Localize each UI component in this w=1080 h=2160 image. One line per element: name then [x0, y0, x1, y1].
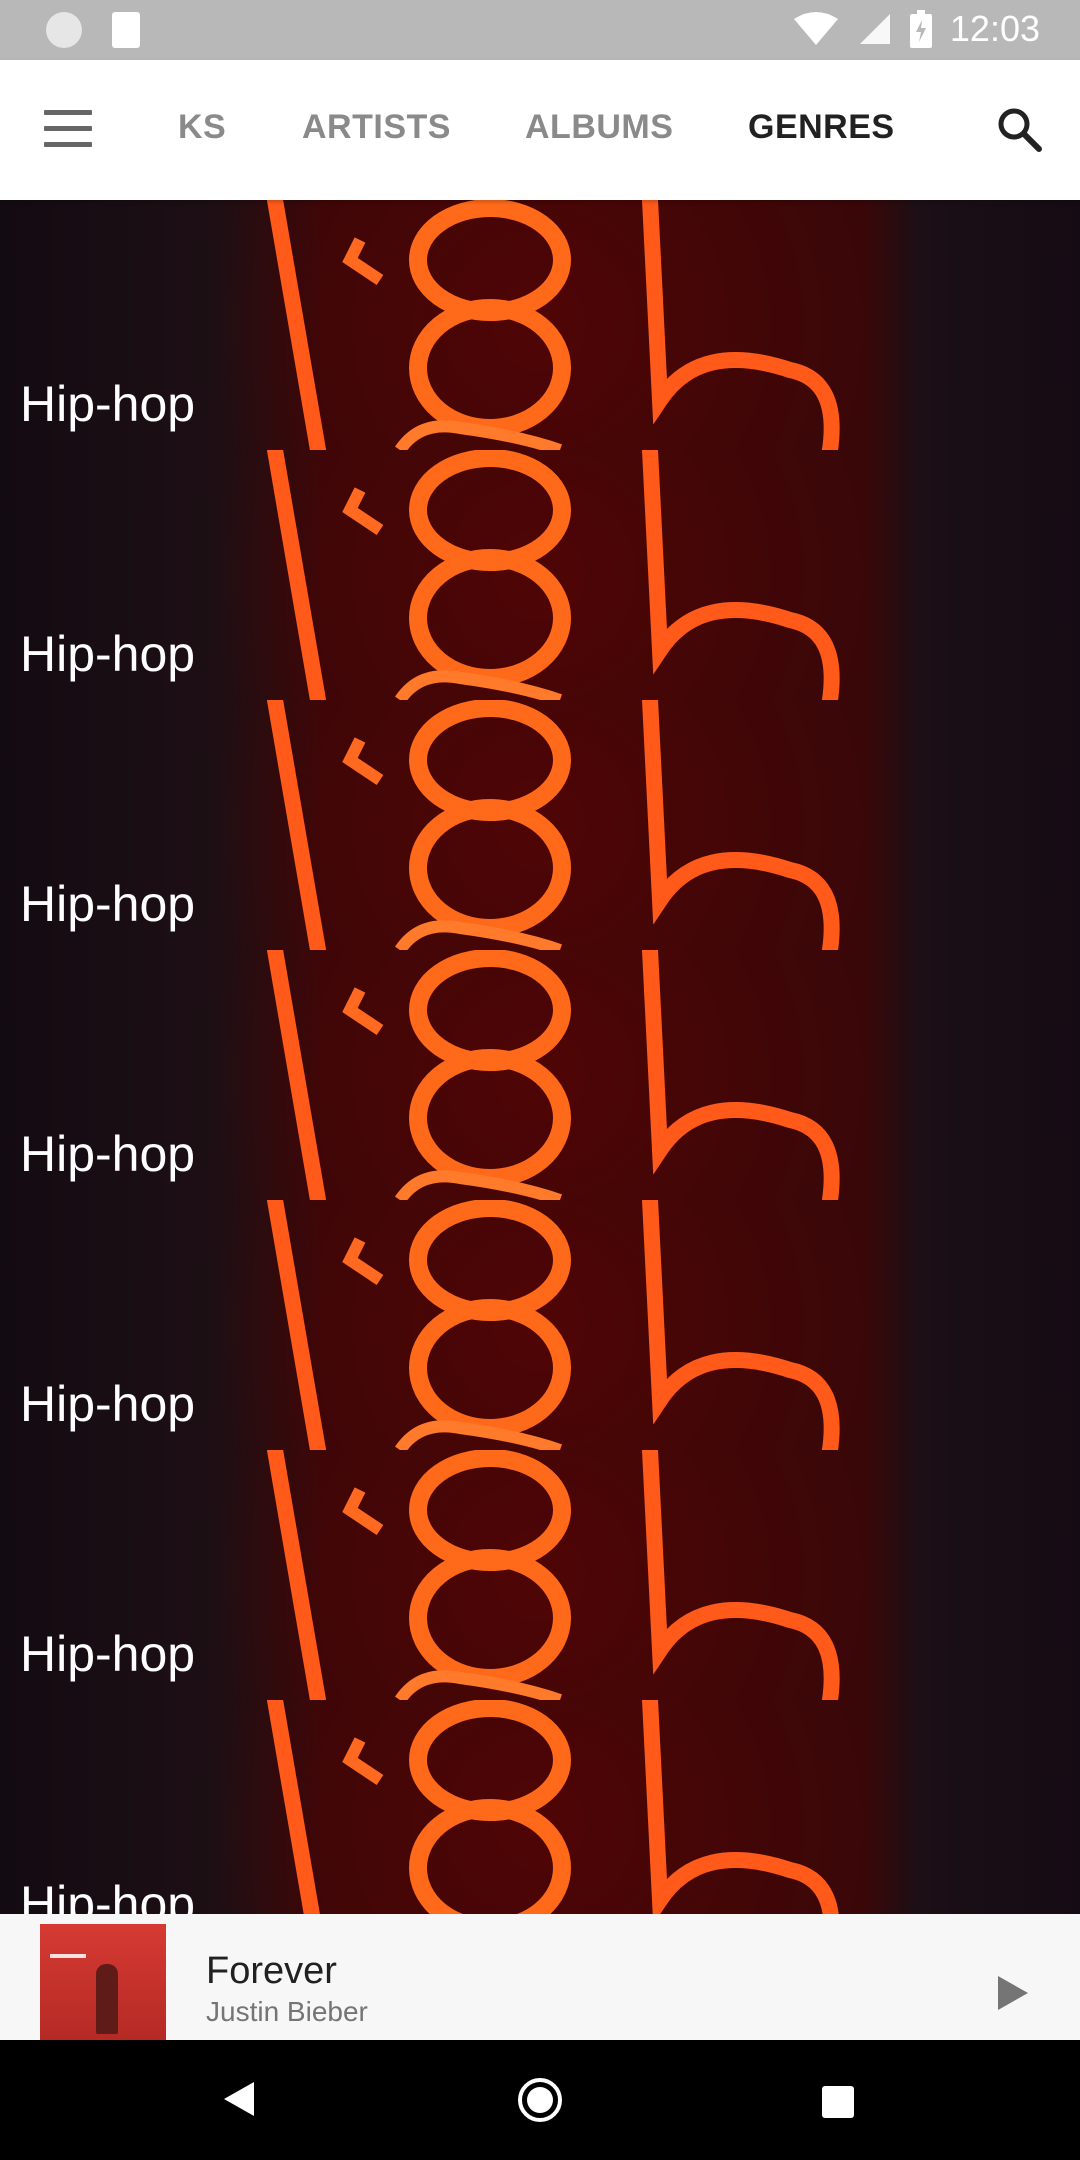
wifi-icon [793, 12, 838, 45]
genre-name: Hip-hop [20, 626, 196, 682]
genre-name: Hip-hop [20, 1126, 196, 1182]
notification-dot-icon [46, 12, 82, 48]
back-icon[interactable] [222, 2080, 256, 2118]
recents-icon[interactable] [822, 2086, 854, 2118]
app-bar: KS ARTISTS ALBUMS GENRES [0, 60, 1080, 200]
genre-item[interactable]: Hip-hop [0, 1700, 1080, 1914]
tab-albums[interactable]: ALBUMS [525, 108, 673, 147]
genre-name: Hip-hop [20, 876, 196, 932]
play-icon[interactable] [996, 1974, 1030, 2012]
now-playing-artist: Justin Bieber [206, 1996, 368, 2027]
cover-title-mark [50, 1954, 86, 1958]
genre-name: Hip-hop [20, 1626, 196, 1682]
status-time: 12:03 [949, 8, 1040, 49]
genre-item[interactable]: Hip-hop [0, 700, 1080, 950]
genre-item[interactable]: Hip-hop [0, 1450, 1080, 1700]
genre-name: Hip-hop [20, 1376, 196, 1432]
tab-tracks[interactable]: KS [178, 108, 226, 147]
tab-genres[interactable]: GENRES [748, 108, 895, 147]
cell-signal-icon [859, 14, 890, 44]
cover-figure [96, 1964, 118, 2034]
genre-name: Hip-hop [20, 376, 196, 432]
home-icon[interactable] [516, 2076, 564, 2124]
genre-list: Hip-hop Hip-hop Hip-hop Hip-hop Hip-hop … [0, 200, 1080, 1914]
tab-artists[interactable]: ARTISTS [302, 108, 451, 147]
album-cover [40, 1924, 166, 2040]
genre-item[interactable]: Hip-hop [0, 950, 1080, 1200]
battery-icon [909, 10, 932, 48]
system-nav-bar [0, 2040, 1080, 2160]
genre-item[interactable]: Hip-hop [0, 1200, 1080, 1450]
menu-icon[interactable] [44, 110, 92, 150]
mini-player[interactable]: Forever Justin Bieber [0, 1914, 1080, 2040]
genre-item[interactable]: Hip-hop [0, 200, 1080, 450]
genre-item[interactable]: Hip-hop [0, 450, 1080, 700]
status-bar: 12:03 [0, 0, 1080, 60]
sd-card-icon [112, 12, 140, 48]
search-icon[interactable] [996, 106, 1042, 152]
now-playing-title: Forever [206, 1950, 337, 1992]
genre-name: Hip-hop [20, 1876, 196, 1914]
